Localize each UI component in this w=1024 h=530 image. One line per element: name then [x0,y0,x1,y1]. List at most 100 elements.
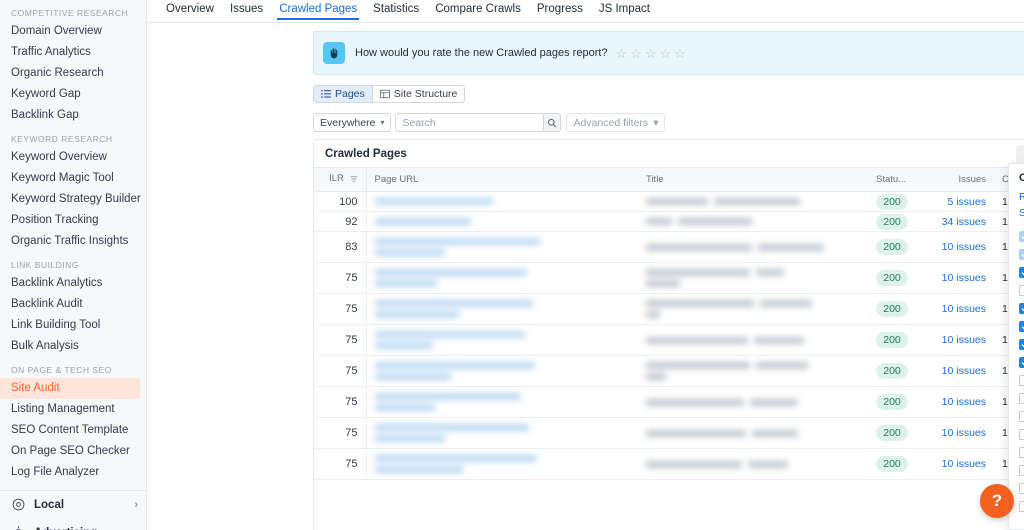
cell-issues[interactable]: 5 issues [916,191,994,212]
sidebar-item-listing-management[interactable]: Listing Management [0,399,146,420]
table-row[interactable]: 8320010 issues1 c [314,231,1024,263]
column-option-sitemap[interactable]: Sitemap [1009,443,1024,461]
issues-link[interactable]: 10 issues [942,365,986,377]
sidebar-item-backlink-gap[interactable]: Backlink Gap [0,105,146,126]
view-toggle-pages[interactable]: Pages [314,86,373,102]
sidebar-item-keyword-strategy-builder[interactable]: Keyword Strategy Builder [0,189,146,210]
sidebar-item-log-file-analyzer[interactable]: Log File Analyzer [0,462,146,483]
manage-columns-button[interactable]: Manage columns 6/21 [1016,144,1024,163]
issues-link[interactable]: 10 issues [942,303,986,315]
table-row[interactable]: 7520010 issues1 c [314,355,1024,387]
cell-issues[interactable]: 10 issues [916,262,994,294]
sidebar-item-keyword-gap[interactable]: Keyword Gap [0,84,146,105]
scope-select[interactable]: Everywhere ▾ [313,113,392,132]
advanced-filters-select[interactable]: Advanced filters ▾ [566,113,666,132]
view-toggle-site-structure[interactable]: Site Structure [373,86,465,102]
issues-link[interactable]: 10 issues [942,396,986,408]
cell-issues[interactable]: 10 issues [916,324,994,356]
checkbox-icon[interactable] [1019,356,1024,368]
column-option-title[interactable]: Title [1009,263,1024,281]
column-header-title[interactable]: Title [638,167,868,192]
sidebar-item-backlink-analytics[interactable]: Backlink Analytics [0,273,146,294]
sidebar-item-keyword-overview[interactable]: Keyword Overview [0,147,146,168]
sidebar-item-link-building-tool[interactable]: Link Building Tool [0,315,146,336]
table-row[interactable]: 1002005 issues1 c [314,191,1024,212]
sidebar-group-local[interactable]: Local › [0,491,146,519]
cell-page-url[interactable] [366,191,638,212]
checkbox-icon[interactable] [1019,284,1024,296]
column-header-status-code[interactable]: Statu... [868,167,916,192]
checkbox-icon[interactable] [1019,464,1024,476]
tab-compare-crawls[interactable]: Compare Crawls [427,0,529,20]
checkbox-icon[interactable] [1019,374,1024,386]
cell-page-url[interactable] [366,417,638,449]
cell-issues[interactable]: 10 issues [916,417,994,449]
table-row[interactable]: 7520010 issues1 c [314,386,1024,418]
checkbox-icon[interactable] [1019,338,1024,350]
rating-stars[interactable]: ☆ ☆ ☆ ☆ ☆ [616,47,686,60]
cell-page-url[interactable] [366,262,638,294]
column-option-crawl-depth[interactable]: Crawl Depth [1009,335,1024,353]
column-option-load-time[interactable]: Load Time [1009,371,1024,389]
issues-link[interactable]: 10 issues [942,458,986,470]
cell-issues[interactable]: 10 issues [916,231,994,263]
column-option-pageviews[interactable]: Pageviews [1009,353,1024,371]
sidebar-item-keyword-magic-tool[interactable]: Keyword Magic Tool [0,168,146,189]
issues-link[interactable]: 10 issues [942,272,986,284]
checkbox-icon[interactable] [1019,482,1024,494]
cell-issues[interactable]: 10 issues [916,293,994,325]
cell-issues[interactable]: 10 issues [916,448,994,480]
column-option-incoming-int-links[interactable]: Incoming Int. Links [1009,461,1024,479]
sidebar-item-organic-traffic-insights[interactable]: Organic Traffic Insights [0,231,146,252]
issues-link[interactable]: 10 issues [942,241,986,253]
help-button[interactable]: ? [980,484,1014,518]
checkbox-icon[interactable] [1019,266,1024,278]
issues-link[interactable]: 34 issues [942,216,986,228]
checkbox-icon[interactable] [1019,392,1024,404]
table-row[interactable]: 7520010 issues1 c [314,262,1024,294]
cell-issues[interactable]: 10 issues [916,386,994,418]
table-row[interactable]: 7520010 issues1 c [314,293,1024,325]
sidebar-item-seo-content-template[interactable]: SEO Content Template [0,420,146,441]
column-header-ilr[interactable]: ILR [314,167,367,192]
sidebar-item-traffic-analytics[interactable]: Traffic Analytics [0,42,146,63]
checkbox-icon[interactable] [1019,428,1024,440]
table-row[interactable]: 7520010 issues1 c [314,417,1024,449]
search-input[interactable] [396,114,544,131]
rating-star-1[interactable]: ☆ [616,47,628,60]
sidebar-item-on-page-seo-checker[interactable]: On Page SEO Checker [0,441,146,462]
sidebar-item-bulk-analysis[interactable]: Bulk Analysis [0,336,146,357]
issues-link[interactable]: 10 issues [942,427,986,439]
cell-page-url[interactable] [366,293,638,325]
column-option-structured-data[interactable]: Structured data [1009,407,1024,425]
cell-issues[interactable]: 10 issues [916,355,994,387]
rating-star-3[interactable]: ☆ [645,47,657,60]
table-row[interactable]: 7520010 issues1 c [314,324,1024,356]
column-option-status-code[interactable]: Status Code [1009,299,1024,317]
sidebar-item-organic-research[interactable]: Organic Research [0,63,146,84]
tab-overview[interactable]: Overview [158,0,222,20]
checkbox-icon[interactable] [1019,320,1024,332]
issues-link[interactable]: 5 issues [947,196,986,208]
table-row[interactable]: 9220034 issues1 c [314,211,1024,232]
cell-page-url[interactable] [366,448,638,480]
rating-star-2[interactable]: ☆ [630,47,642,60]
rating-star-5[interactable]: ☆ [674,47,686,60]
rating-star-4[interactable]: ☆ [660,47,672,60]
cell-page-url[interactable] [366,324,638,356]
cell-issues[interactable]: 34 issues [916,211,994,232]
cell-page-url[interactable] [366,231,638,263]
sidebar-item-position-tracking[interactable]: Position Tracking [0,210,146,231]
reset-to-default-link[interactable]: Reset to default [1009,189,1024,205]
issues-link[interactable]: 10 issues [942,334,986,346]
checkbox-icon[interactable] [1019,446,1024,458]
sidebar-item-backlink-audit[interactable]: Backlink Audit [0,294,146,315]
cell-page-url[interactable] [366,355,638,387]
tab-crawled-pages[interactable]: Crawled Pages [271,0,365,20]
column-option-canonicalization[interactable]: Canonicalization [1009,425,1024,443]
tab-statistics[interactable]: Statistics [365,0,427,20]
tab-js-impact[interactable]: JS Impact [591,0,658,20]
column-header-issues[interactable]: Issues [916,167,994,192]
sidebar-item-site-audit[interactable]: Site Audit [0,378,140,399]
search-icon[interactable] [543,114,561,131]
